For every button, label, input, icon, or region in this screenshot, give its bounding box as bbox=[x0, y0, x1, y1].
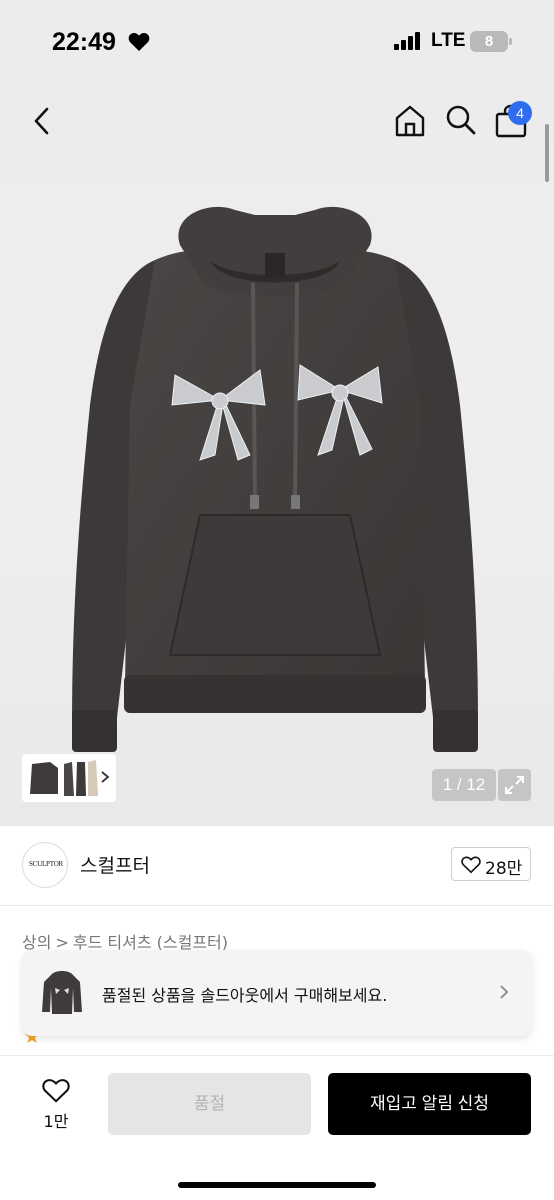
brand-like-count: 28만 bbox=[485, 859, 523, 879]
expand-icon bbox=[505, 776, 524, 794]
chevron-right-icon bbox=[101, 771, 110, 783]
brand-like-button[interactable]: 28만 bbox=[451, 847, 531, 881]
brand-logo[interactable]: SCULPTOR bbox=[22, 842, 68, 888]
soldout-banner[interactable]: 품절된 상품을 솔드아웃에서 구매해보세요. bbox=[22, 950, 532, 1036]
restock-alert-button[interactable]: 재입고 알림 신청 bbox=[328, 1073, 531, 1135]
product-photo bbox=[72, 206, 478, 752]
wishlist-heart-icon[interactable] bbox=[42, 1078, 70, 1104]
network-label: LTE bbox=[431, 30, 466, 51]
soldout-button: 품절 bbox=[108, 1073, 311, 1135]
image-counter: 1 / 12 bbox=[432, 769, 496, 801]
soldout-banner-text: 품절된 상품을 솔드아웃에서 구매해보세요. bbox=[102, 986, 388, 1005]
product-image-gallery[interactable]: 22:49 LTE 8 4 1 / 12 bbox=[0, 0, 554, 826]
brand-name[interactable]: 스컬프터 bbox=[80, 851, 150, 878]
heart-status-icon bbox=[128, 33, 150, 51]
cart-badge: 4 bbox=[508, 101, 532, 125]
wishlist-count: 1만 bbox=[43, 1112, 69, 1131]
battery-indicator: 8 bbox=[470, 31, 508, 52]
banner-product-thumbnail bbox=[40, 968, 84, 1018]
battery-tip bbox=[509, 38, 512, 45]
expand-button[interactable] bbox=[498, 769, 531, 801]
thumbnail-strip[interactable] bbox=[22, 754, 116, 802]
back-icon[interactable] bbox=[28, 104, 58, 138]
section-divider bbox=[0, 905, 554, 906]
brand-logo-text: SCULPTOR bbox=[28, 860, 64, 868]
signal-icon bbox=[394, 32, 420, 50]
heart-icon bbox=[461, 856, 481, 874]
home-indicator[interactable] bbox=[178, 1182, 376, 1188]
status-time: 22:49 bbox=[52, 28, 116, 56]
scrollbar[interactable] bbox=[545, 124, 549, 182]
chevron-right-icon bbox=[500, 985, 509, 999]
search-icon[interactable] bbox=[445, 104, 477, 136]
status-bar: 22:49 LTE 8 bbox=[0, 0, 554, 84]
home-icon[interactable] bbox=[393, 104, 427, 138]
